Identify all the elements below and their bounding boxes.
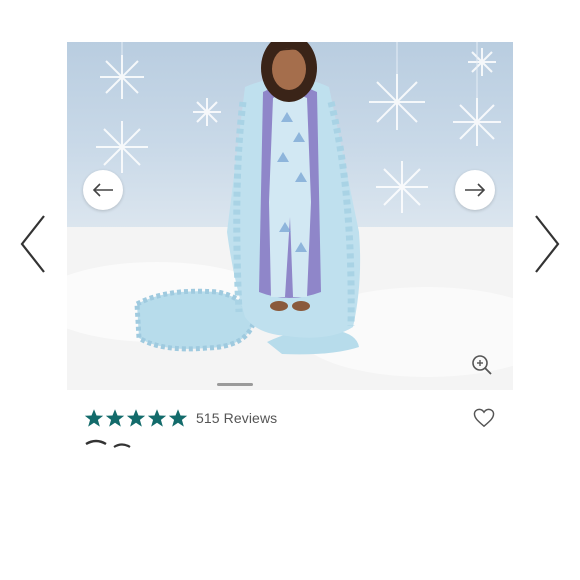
arrow-left-icon bbox=[92, 183, 113, 197]
chevron-right-icon bbox=[535, 215, 560, 273]
star-rating bbox=[84, 408, 188, 428]
product-image[interactable] bbox=[67, 42, 513, 390]
image-prev-button[interactable] bbox=[83, 170, 123, 210]
title-fragment bbox=[85, 439, 131, 448]
star-icon bbox=[105, 409, 125, 427]
image-next-button[interactable] bbox=[455, 170, 495, 210]
wishlist-button[interactable] bbox=[472, 406, 496, 430]
review-count[interactable]: 515 Reviews bbox=[196, 410, 277, 426]
star-icon bbox=[126, 409, 146, 427]
product-title-cutoff bbox=[84, 438, 136, 450]
slide-indicator bbox=[217, 383, 253, 386]
carousel-prev-button[interactable] bbox=[16, 212, 50, 276]
zoom-button[interactable] bbox=[469, 352, 495, 378]
heart-icon bbox=[473, 408, 495, 428]
star-icon bbox=[168, 409, 188, 427]
product-photo bbox=[67, 42, 513, 390]
star-icon bbox=[147, 409, 167, 427]
zoom-in-icon bbox=[472, 355, 492, 375]
arrow-right-icon bbox=[465, 183, 486, 197]
carousel-next-button[interactable] bbox=[530, 212, 564, 276]
chevron-left-icon bbox=[20, 215, 45, 273]
rating-row[interactable]: 515 Reviews bbox=[84, 406, 277, 430]
star-icon bbox=[84, 409, 104, 427]
